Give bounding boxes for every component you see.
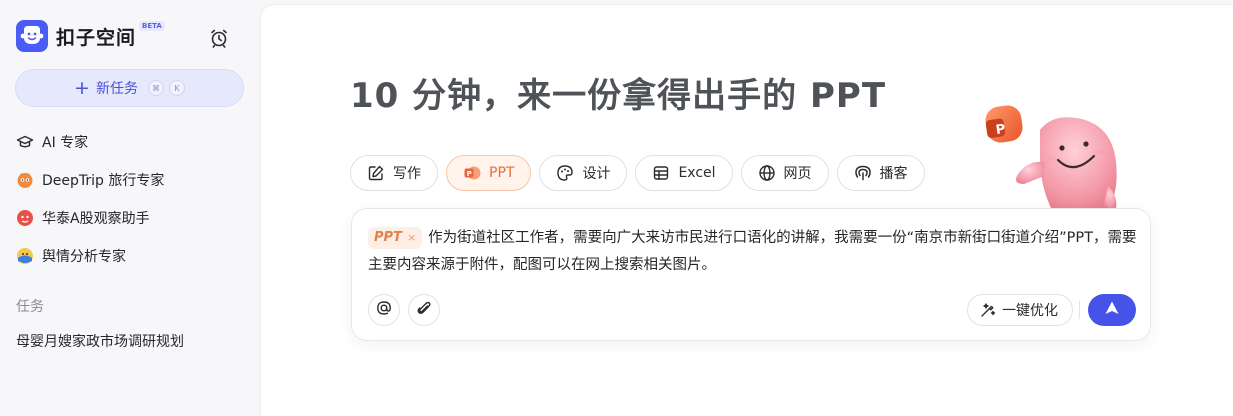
sidebar-item-label: DeepTrip 旅行专家 [42, 173, 165, 189]
tab-label: Excel [678, 165, 716, 181]
magic-wand-icon [980, 302, 996, 318]
optimize-prompt-button[interactable]: 一键优化 [967, 294, 1073, 326]
tab-design[interactable]: 设计 [539, 155, 628, 191]
paperclip-icon [416, 300, 432, 320]
tab-excel[interactable]: Excel [635, 155, 733, 191]
tab-writing[interactable]: 写作 [350, 155, 438, 191]
sidebar-item-label: 华泰A股观察助手 [42, 211, 150, 227]
shortcut-key-k: K [168, 80, 185, 96]
table-icon [652, 164, 670, 182]
beta-badge: BETA [139, 21, 165, 31]
tab-label: 设计 [582, 166, 611, 182]
mode-chip-bar: 写作 P PPT 设计 Excel 网页 播客 [350, 155, 933, 191]
tasks-section-label: 任务 [16, 299, 44, 315]
svg-text:P: P [467, 170, 472, 178]
sidebar: 扣子空间 BETA + 新任务 ⌘ K AI 专家 DeepTrip 旅行专家 … [0, 0, 260, 416]
tab-label: 写作 [393, 166, 421, 182]
tab-label: 网页 [783, 166, 812, 182]
new-task-button[interactable]: + 新任务 ⌘ K [15, 69, 244, 107]
ppt-icon: P [463, 164, 481, 182]
send-button[interactable] [1088, 294, 1136, 326]
sidebar-item-huatai[interactable]: 华泰A股观察助手 [16, 206, 150, 230]
graduation-cap-icon [16, 133, 34, 151]
page-title: 10 分钟，来一份拿得出手的 PPT [350, 76, 887, 116]
sidebar-item-ai-expert[interactable]: AI 专家 [16, 130, 88, 154]
prompt-text: 作为街道社区工作者，需要向广大来访市民进行口语化的讲解，我需要一份“南京市新街口… [368, 230, 1137, 273]
globe-icon [758, 164, 776, 182]
brand-name: 扣子空间 [56, 26, 137, 49]
sidebar-item-label: 舆情分析专家 [42, 249, 126, 265]
stock-avatar-icon [16, 209, 34, 227]
prompt-input[interactable]: PPT × 作为街道社区工作者，需要向广大来访市民进行口语化的讲解，我需要一份“南京… [368, 225, 1140, 279]
tab-webpage[interactable]: 网页 [740, 155, 829, 191]
pen-note-icon [367, 164, 385, 182]
brand-logo-icon [16, 20, 48, 52]
palette-icon [556, 164, 574, 182]
tab-podcast[interactable]: 播客 [836, 155, 925, 191]
plus-icon: + [74, 76, 90, 99]
sidebar-item-sentiment[interactable]: 舆情分析专家 [16, 244, 126, 268]
optimize-label: 一键优化 [1002, 303, 1058, 319]
tab-ppt[interactable]: P PPT [446, 155, 532, 191]
task-item[interactable]: 母婴月嫂家政市场调研规划 [16, 331, 184, 351]
tag-label: PPT [374, 230, 402, 245]
toolbar-divider [1079, 301, 1080, 319]
send-arrow-icon [1104, 300, 1120, 320]
sidebar-item-label: AI 专家 [42, 135, 89, 151]
mention-button[interactable] [368, 294, 400, 326]
mascot-illustration: P [982, 100, 1122, 218]
ppt-mode-tag[interactable]: PPT × [368, 224, 423, 251]
tab-label: 播客 [879, 166, 908, 182]
sentiment-avatar-icon [16, 247, 34, 265]
prompt-composer: PPT × 作为街道社区工作者，需要向广大来访市民进行口语化的讲解，我需要一份“南京… [351, 208, 1151, 341]
at-sign-icon [376, 300, 392, 320]
attach-file-button[interactable] [408, 294, 440, 326]
tab-label: PPT [489, 165, 515, 181]
travel-avatar-icon [16, 171, 34, 189]
podcast-icon [854, 164, 872, 182]
remove-tag-icon[interactable]: × [407, 224, 416, 251]
sidebar-item-deeptrip[interactable]: DeepTrip 旅行专家 [16, 168, 164, 192]
brand-header[interactable]: 扣子空间 BETA [16, 20, 165, 52]
alarm-clock-icon[interactable] [208, 27, 230, 49]
shortcut-key-cmd: ⌘ [147, 80, 164, 96]
new-task-label: 新任务 [95, 81, 138, 97]
